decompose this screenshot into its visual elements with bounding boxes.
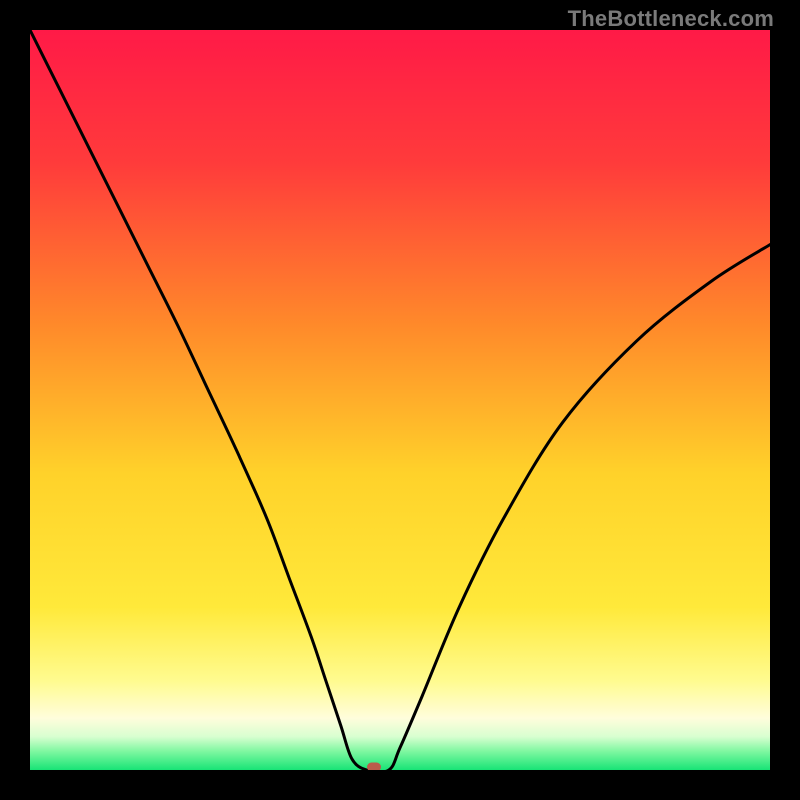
minimum-marker: [367, 763, 381, 771]
plot-area: [30, 30, 770, 770]
watermark-text: TheBottleneck.com: [568, 6, 774, 32]
chart-frame: TheBottleneck.com: [0, 0, 800, 800]
bottleneck-curve: [30, 30, 770, 770]
